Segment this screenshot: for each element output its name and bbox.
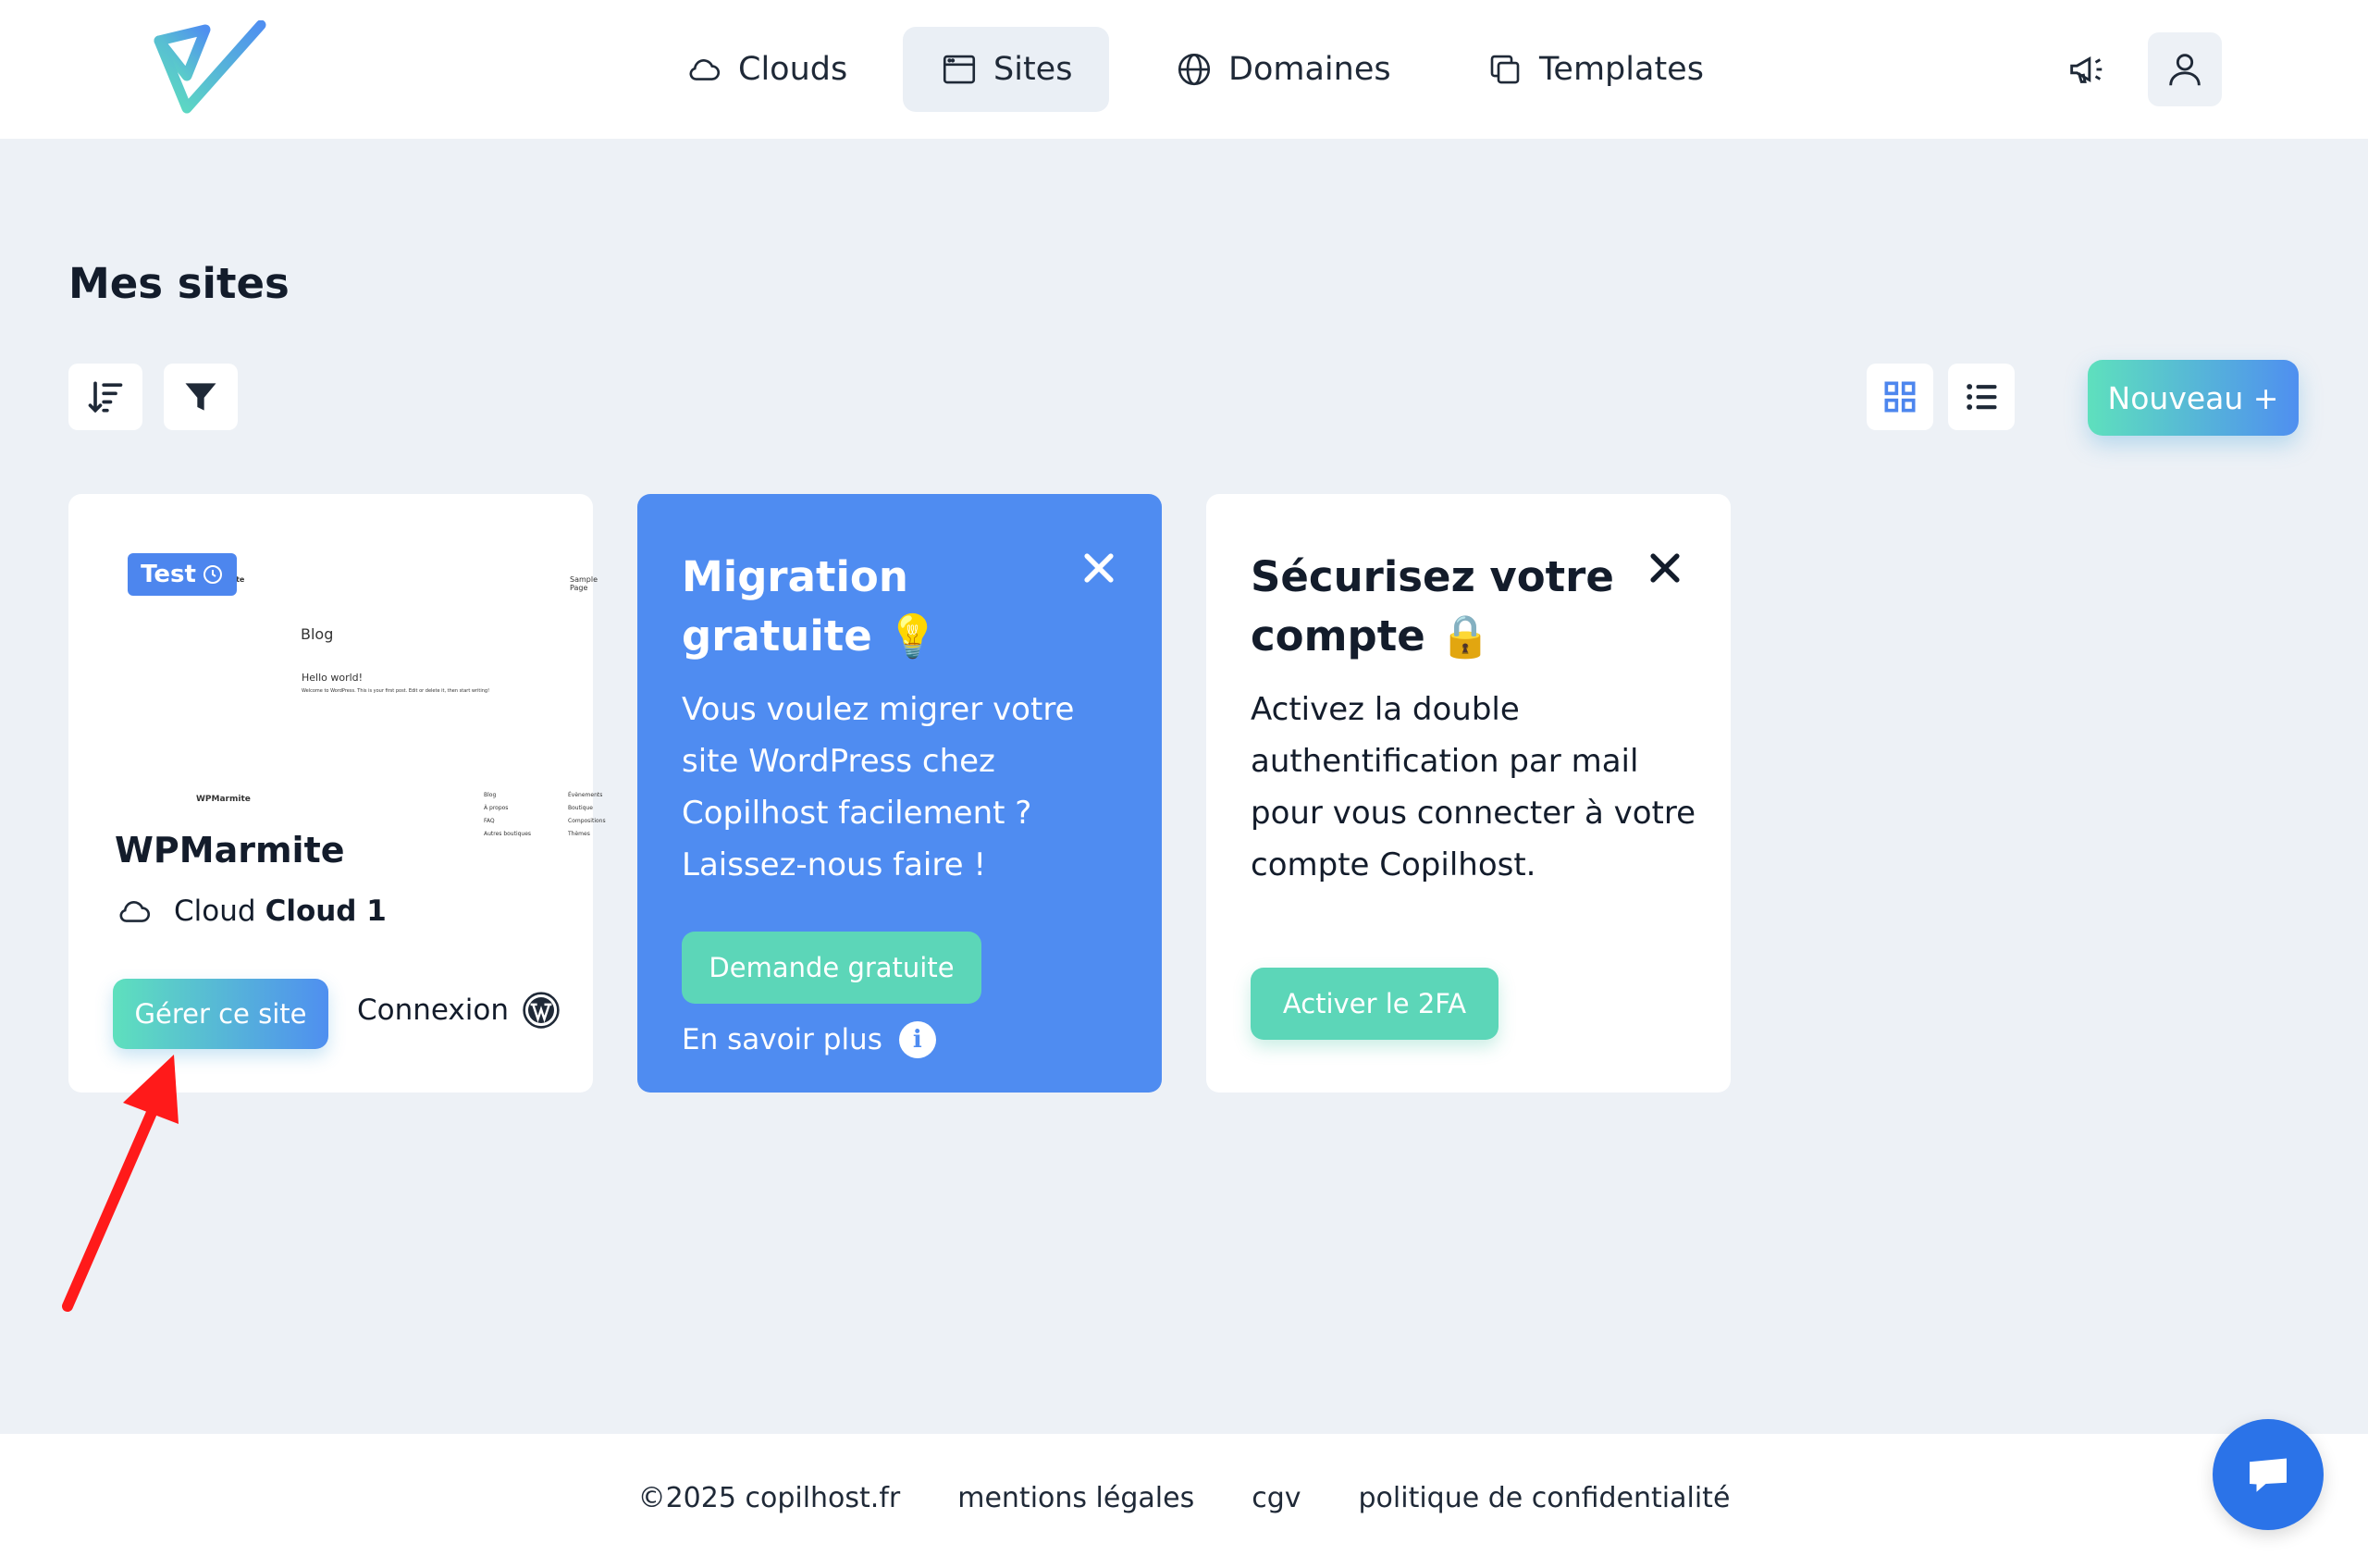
nav-sites-label: Sites xyxy=(993,51,1073,88)
thumb-footer-col2-item: Compositions xyxy=(568,818,606,824)
security-card-title: Sécurisez votre compte 🔒 xyxy=(1251,552,1614,661)
chat-button[interactable] xyxy=(2213,1419,2324,1530)
thumb-footer-col2-item: Thèmes xyxy=(568,831,590,837)
site-name: WPMarmite xyxy=(115,830,345,870)
filter-button[interactable] xyxy=(164,364,238,430)
copilhost-logo[interactable] xyxy=(150,20,275,120)
user-menu-button[interactable] xyxy=(2148,32,2222,106)
status-badge-label: Test xyxy=(141,561,196,588)
cloud-icon xyxy=(689,59,721,80)
site-cloud-name[interactable]: Cloud 1 xyxy=(265,895,387,928)
status-badge: Test xyxy=(128,553,237,596)
nav-clouds[interactable]: Clouds xyxy=(648,27,884,112)
enable-2fa-button[interactable]: Activer le 2FA xyxy=(1251,968,1498,1040)
grid-icon xyxy=(1884,381,1916,413)
thumb-footer-title: WPMarmite xyxy=(196,795,251,804)
migration-card-title: Migration gratuite 💡 xyxy=(682,552,939,661)
security-card-text: Activez la double authentification par m… xyxy=(1251,691,1696,883)
nav-sites[interactable]: Sites xyxy=(903,27,1110,112)
nav-templates[interactable]: Templates xyxy=(1449,27,1741,112)
nav-domaines-label: Domaines xyxy=(1228,51,1391,88)
info-icon: i xyxy=(898,1021,936,1058)
migration-card-text: Vous voulez migrer votre site WordPress … xyxy=(682,691,1075,883)
site-cloud: Cloud Cloud 1 xyxy=(115,892,387,931)
migration-card: Migration gratuite 💡 Vous voulez migrer … xyxy=(637,494,1162,1093)
copy-icon xyxy=(1490,55,1520,84)
thumb-post-title: Hello world! xyxy=(302,672,364,684)
nav-templates-label: Templates xyxy=(1539,51,1704,88)
wordpress-login-label: Connexion xyxy=(357,994,510,1027)
nav-clouds-label: Clouds xyxy=(738,51,848,88)
wordpress-login-link[interactable]: Connexion xyxy=(357,991,561,1030)
annotation-arrow xyxy=(62,1055,179,1312)
thumb-footer-col1-item: Autres boutiques xyxy=(484,831,532,837)
filter-icon xyxy=(185,383,216,411)
thumb-footer-col1-item: FAQ xyxy=(484,818,495,824)
thumb-post-excerpt: Welcome to WordPress. This is your first… xyxy=(302,688,490,694)
site-cloud-prefix: Cloud xyxy=(174,895,256,928)
thumb-heading: Blog xyxy=(301,625,334,643)
footer-copyright[interactable]: ©2025 copilhost.fr xyxy=(638,1482,901,1514)
cloud-icon xyxy=(119,901,151,922)
thumb-footer-col1-item: À propos xyxy=(484,805,509,811)
footer: ©2025 copilhost.fr mentions légales cgv … xyxy=(0,1434,2368,1568)
sort-button[interactable] xyxy=(68,364,142,430)
thumb-footer-col1-item: Blog xyxy=(484,792,497,798)
browser-window-icon xyxy=(943,55,976,84)
list-icon xyxy=(1967,384,1997,410)
clock-icon xyxy=(203,565,222,584)
megaphone-icon xyxy=(2070,56,2103,83)
user-icon xyxy=(2169,54,2201,86)
chat-bubble-icon xyxy=(2250,1458,2287,1492)
thumb-footer-col2-item: Boutique xyxy=(568,805,593,811)
learn-more-link[interactable]: En savoir plus i xyxy=(682,1021,936,1058)
grid-view-button[interactable] xyxy=(1867,364,1933,430)
thumb-sample-page: Sample Page xyxy=(570,575,598,592)
security-card: Sécurisez votre compte 🔒 Activez la doub… xyxy=(1206,494,1731,1093)
page-title: Mes sites xyxy=(68,259,290,308)
top-navigation-bar: Clouds Sites Domaines Templates xyxy=(0,0,2368,139)
globe-icon xyxy=(1178,53,1211,86)
new-site-button[interactable]: Nouveau + xyxy=(2088,360,2299,436)
request-migration-button[interactable]: Demande gratuite xyxy=(682,932,981,1004)
close-icon[interactable] xyxy=(1645,548,1685,588)
nav-domaines[interactable]: Domaines xyxy=(1138,27,1428,112)
footer-privacy-link[interactable]: politique de confidentialité xyxy=(1359,1482,1731,1514)
sort-descending-icon xyxy=(88,381,123,414)
close-icon[interactable] xyxy=(1079,548,1119,588)
footer-legal-link[interactable]: mentions légales xyxy=(957,1482,1194,1514)
footer-links: ©2025 copilhost.fr mentions légales cgv … xyxy=(0,1482,2368,1514)
thumb-footer-col2-item: Évènements xyxy=(568,792,603,798)
list-view-button[interactable] xyxy=(1948,364,2015,430)
footer-cgv-link[interactable]: cgv xyxy=(1252,1482,1301,1514)
wordpress-icon xyxy=(523,992,560,1029)
announcements-button[interactable] xyxy=(2049,32,2123,106)
learn-more-label: En savoir plus xyxy=(682,1023,882,1056)
